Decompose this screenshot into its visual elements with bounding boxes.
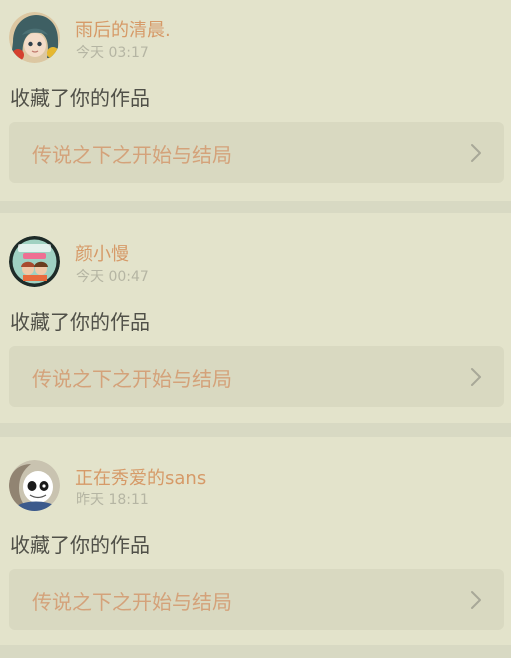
- cartoon-avatar-icon: [9, 236, 60, 287]
- timestamp: 今天 00:47: [76, 269, 149, 285]
- chevron-right-icon: [471, 368, 481, 386]
- action-text: 收藏了你的作品: [10, 310, 150, 334]
- work-title: 传说之下之开始与结局: [32, 367, 232, 391]
- sans-avatar-icon: [9, 460, 60, 511]
- anime-girl-avatar-icon: [9, 12, 60, 63]
- notification-card: 正在秀爱的sans 昨天 18:11 收藏了你的作品 传说之下之开始与结局: [0, 437, 511, 645]
- username-link[interactable]: 正在秀爱的sans: [75, 464, 206, 490]
- work-title: 传说之下之开始与结局: [32, 590, 232, 614]
- user-avatar[interactable]: [9, 12, 60, 63]
- timestamp: 昨天 18:11: [76, 492, 149, 508]
- notification-card: 颜小慢 今天 00:47 收藏了你的作品 传说之下之开始与结局: [0, 213, 511, 423]
- action-text: 收藏了你的作品: [10, 533, 150, 557]
- chevron-right-icon: [471, 591, 481, 609]
- notification-feed: 雨后的清晨. 今天 03:17 收藏了你的作品 传说之下之开始与结局 颜小慢 今…: [0, 0, 511, 658]
- username-link[interactable]: 颜小慢: [75, 240, 129, 266]
- work-link-button[interactable]: 传说之下之开始与结局: [9, 122, 504, 183]
- work-link-button[interactable]: 传说之下之开始与结局: [9, 569, 504, 630]
- work-link-button[interactable]: 传说之下之开始与结局: [9, 346, 504, 407]
- username-link[interactable]: 雨后的清晨.: [75, 16, 171, 42]
- work-title: 传说之下之开始与结局: [32, 143, 232, 167]
- user-avatar[interactable]: [9, 236, 60, 287]
- action-text: 收藏了你的作品: [10, 86, 150, 110]
- notification-card: 雨后的清晨. 今天 03:17 收藏了你的作品 传说之下之开始与结局: [0, 0, 511, 201]
- chevron-right-icon: [471, 144, 481, 162]
- user-avatar[interactable]: [9, 460, 60, 511]
- timestamp: 今天 03:17: [76, 45, 149, 61]
